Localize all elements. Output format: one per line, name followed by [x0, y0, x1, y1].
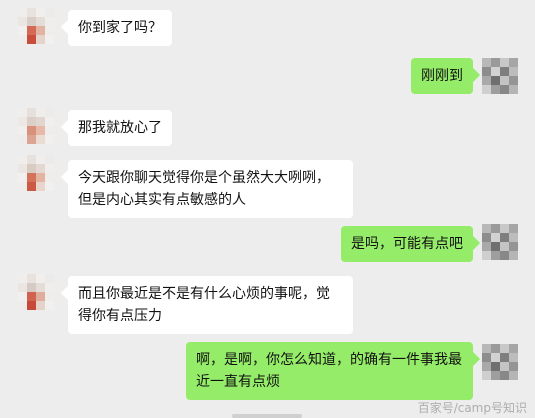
- contact-avatar[interactable]: [18, 108, 54, 144]
- message-bubble-incoming[interactable]: 今天跟你聊天觉得你是个虽然大大咧咧，但是内心其实有点敏感的人: [68, 160, 353, 218]
- message-text: 啊，是啊，你怎么知道，的确有一件事我最近一直有点烦: [196, 352, 462, 390]
- contact-avatar[interactable]: [18, 274, 54, 310]
- message-text: 今天跟你聊天觉得你是个虽然大大咧咧，但是内心其实有点敏感的人: [78, 170, 330, 208]
- watermark: 百家号/camp号知识: [417, 401, 527, 415]
- message-bubble-incoming[interactable]: 你到家了吗？: [68, 10, 172, 46]
- scroll-indicator: [232, 414, 302, 418]
- message-bubble-outgoing[interactable]: 是吗，可能有点吧: [341, 226, 473, 262]
- message-text: 那我就放心了: [78, 120, 162, 136]
- message-bubble-outgoing[interactable]: 啊，是啊，你怎么知道，的确有一件事我最近一直有点烦: [186, 342, 473, 400]
- my-avatar[interactable]: [482, 58, 518, 94]
- message-bubble-incoming[interactable]: 而且你最近是不是有什么心烦的事呢，觉得你有点压力: [68, 276, 353, 334]
- message-text: 刚刚到: [421, 68, 463, 84]
- message-bubble-outgoing[interactable]: 刚刚到: [411, 58, 473, 94]
- my-avatar[interactable]: [482, 344, 518, 380]
- message-text: 是吗，可能有点吧: [351, 236, 463, 252]
- contact-avatar[interactable]: [18, 155, 54, 191]
- my-avatar[interactable]: [482, 224, 518, 260]
- contact-avatar[interactable]: [18, 8, 54, 44]
- message-text: 你到家了吗？: [78, 20, 162, 36]
- message-bubble-incoming[interactable]: 那我就放心了: [68, 110, 172, 146]
- message-text: 而且你最近是不是有什么心烦的事呢，觉得你有点压力: [78, 286, 330, 324]
